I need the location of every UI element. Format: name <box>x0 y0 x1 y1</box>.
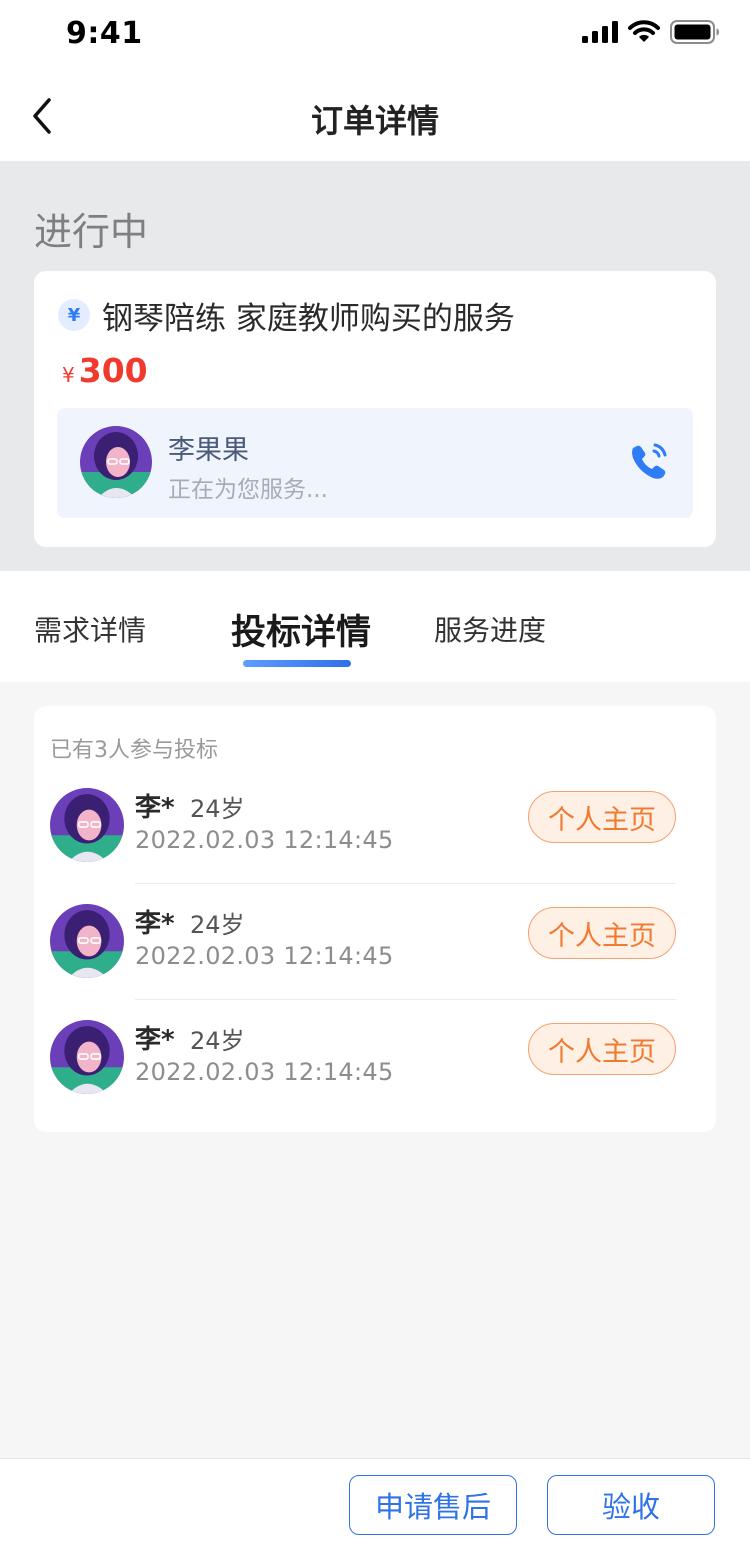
profile-button[interactable]: 个人主页 <box>528 907 676 959</box>
tab-service-progress[interactable]: 服务进度 <box>434 609 546 649</box>
bid-time: 2022.02.03 12:14:45 <box>135 1058 394 1086</box>
yen-icon: ¥ <box>58 299 90 331</box>
bidder-name: 李* <box>135 909 175 939</box>
divider <box>135 999 676 1000</box>
price-symbol: ¥ <box>62 363 75 387</box>
status-bar: 9:41 <box>0 0 750 70</box>
battery-icon <box>670 20 719 44</box>
price-value: 300 <box>78 351 148 390</box>
avatar <box>80 426 152 498</box>
divider <box>135 883 676 884</box>
accept-button[interactable]: 验收 <box>547 1475 715 1535</box>
bidder-name: 李* <box>135 793 175 823</box>
list-item: 李* 24岁 2022.02.03 12:14:45 个人主页 <box>34 1018 716 1134</box>
list-item: 李* 24岁 2022.02.03 12:14:45 个人主页 <box>34 786 716 902</box>
bids-card: 已有3人参与投标 李* 24岁 2022.02.03 12:14:45 个人主页 <box>34 706 716 1132</box>
status-time: 9:41 <box>66 16 143 51</box>
tab-bar: 需求详情 投标详情 服务进度 <box>0 571 750 682</box>
nav-bar: 订单详情 <box>0 70 750 161</box>
signal-icon <box>582 21 618 43</box>
after-sale-button[interactable]: 申请售后 <box>349 1475 517 1535</box>
bidder-age: 24岁 <box>190 1027 245 1055</box>
order-card: ¥ 钢琴陪练 家庭教师购买的服务 ¥ 300 李果果 正在为您服务... <box>34 271 716 547</box>
bid-time: 2022.02.03 12:14:45 <box>135 826 394 854</box>
page-title: 订单详情 <box>310 102 439 140</box>
wifi-icon <box>628 20 660 42</box>
phone-icon <box>632 443 667 479</box>
order-price: ¥ 300 <box>62 351 148 390</box>
bidder-name: 李* <box>135 1025 175 1055</box>
status-icons <box>582 20 720 44</box>
avatar <box>50 904 124 978</box>
provider-status: 正在为您服务... <box>168 477 328 503</box>
tab-demand-details[interactable]: 需求详情 <box>34 609 146 649</box>
avatar <box>50 788 124 862</box>
provider-name: 李果果 <box>168 435 249 466</box>
bidder-age: 24岁 <box>190 911 245 939</box>
tab-bid-details[interactable]: 投标详情 <box>231 604 371 655</box>
provider-panel: 李果果 正在为您服务... <box>57 408 693 518</box>
order-status: 进行中 <box>34 210 149 254</box>
call-button[interactable] <box>625 438 673 486</box>
tab-indicator <box>243 660 351 667</box>
avatar <box>50 1020 124 1094</box>
profile-button[interactable]: 个人主页 <box>528 1023 676 1075</box>
service-title: 钢琴陪练 家庭教师购买的服务 <box>102 301 515 337</box>
bid-time: 2022.02.03 12:14:45 <box>135 942 394 970</box>
order-header: 进行中 ¥ 钢琴陪练 家庭教师购买的服务 ¥ 300 李果果 正在为您服务... <box>0 161 750 571</box>
bids-count: 已有3人参与投标 <box>50 738 218 763</box>
profile-button[interactable]: 个人主页 <box>528 791 676 843</box>
bidder-age: 24岁 <box>190 795 245 823</box>
bottom-action-bar: 申请售后 验收 <box>0 1458 750 1556</box>
list-item: 李* 24岁 2022.02.03 12:14:45 个人主页 <box>34 902 716 1018</box>
